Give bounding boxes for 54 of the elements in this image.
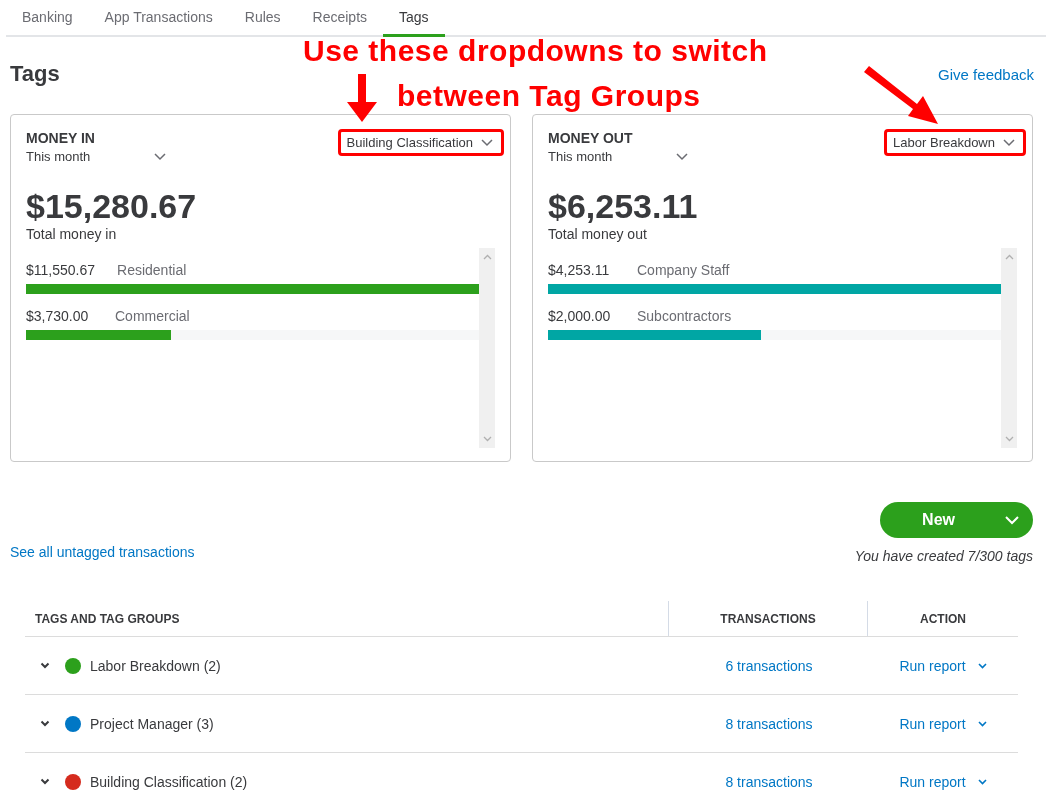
column-header: ACTION [867,601,1018,636]
chevron-down-icon[interactable] [977,662,987,669]
tag-name: Subcontractors [637,308,732,324]
chevron-down-icon [154,152,166,161]
tag-name: Residential [117,262,187,278]
tag-amount: $2,000.00 [548,308,612,324]
untagged-transactions-link[interactable]: See all untagged transactions [10,544,195,560]
tab[interactable]: Receipts [296,0,384,37]
period-dropdown[interactable]: This month [26,146,166,164]
transactions-link[interactable]: 8 transactions [725,773,813,790]
new-button[interactable]: New [880,502,1033,538]
tag-group-name: Project Manager (3) [90,715,214,732]
tab[interactable]: Banking [6,0,89,37]
tag-amount: $3,730.00 [26,308,90,324]
total-amount: $6,253.11 [548,186,699,226]
period-dropdown[interactable]: This month [548,146,688,164]
expand-caret-icon[interactable] [40,662,50,669]
chevron-down-icon [1005,515,1019,525]
chevron-down-icon[interactable] [977,778,987,785]
chevron-down-icon [1003,138,1015,147]
column-header: TRANSACTIONS [668,601,867,636]
card-heading: MONEY IN [26,130,96,146]
tab[interactable]: App Transactions [88,0,229,37]
run-report-link[interactable]: Run report [899,715,966,732]
chevron-down-icon [676,152,688,161]
card-heading: MONEY OUT [548,130,634,146]
transactions-link[interactable]: 6 transactions [725,657,813,674]
tag-count: You have created 7/300 tags [854,548,1033,564]
tag-name: Company Staff [637,262,730,278]
total-amount: $15,280.67 [26,186,198,226]
give-feedback-link[interactable]: Give feedback [938,65,1034,83]
tag-group-dropdown[interactable]: Labor Breakdown [884,129,1026,156]
annotation-text: Use these dropdowns to switch [303,34,768,68]
tab[interactable]: Rules [228,0,297,37]
chevron-down-icon[interactable] [977,720,987,727]
tag-group-name: Building Classification (2) [90,773,248,790]
chevron-down-icon [481,138,493,147]
run-report-link[interactable]: Run report [899,657,966,674]
run-report-link[interactable]: Run report [899,773,966,790]
tab[interactable]: Tags [383,0,445,37]
annotation-text: between Tag Groups [397,79,701,113]
column-header: TAGS AND TAG GROUPS [34,610,181,628]
expand-caret-icon[interactable] [40,720,50,727]
tag-group-name: Labor Breakdown (2) [90,657,221,674]
tag-amount: $11,550.67 [26,262,96,278]
total-label: Total money out [548,226,648,242]
expand-caret-icon[interactable] [40,778,50,785]
transactions-link[interactable]: 8 transactions [725,715,813,732]
total-label: Total money in [26,226,118,242]
tag-name: Commercial [115,308,190,324]
tag-group-dropdown[interactable]: Building Classification [337,129,504,156]
tag-amount: $4,253.11 [548,262,611,278]
annotation-arrow [347,74,377,122]
page-title: Tags [10,61,60,87]
